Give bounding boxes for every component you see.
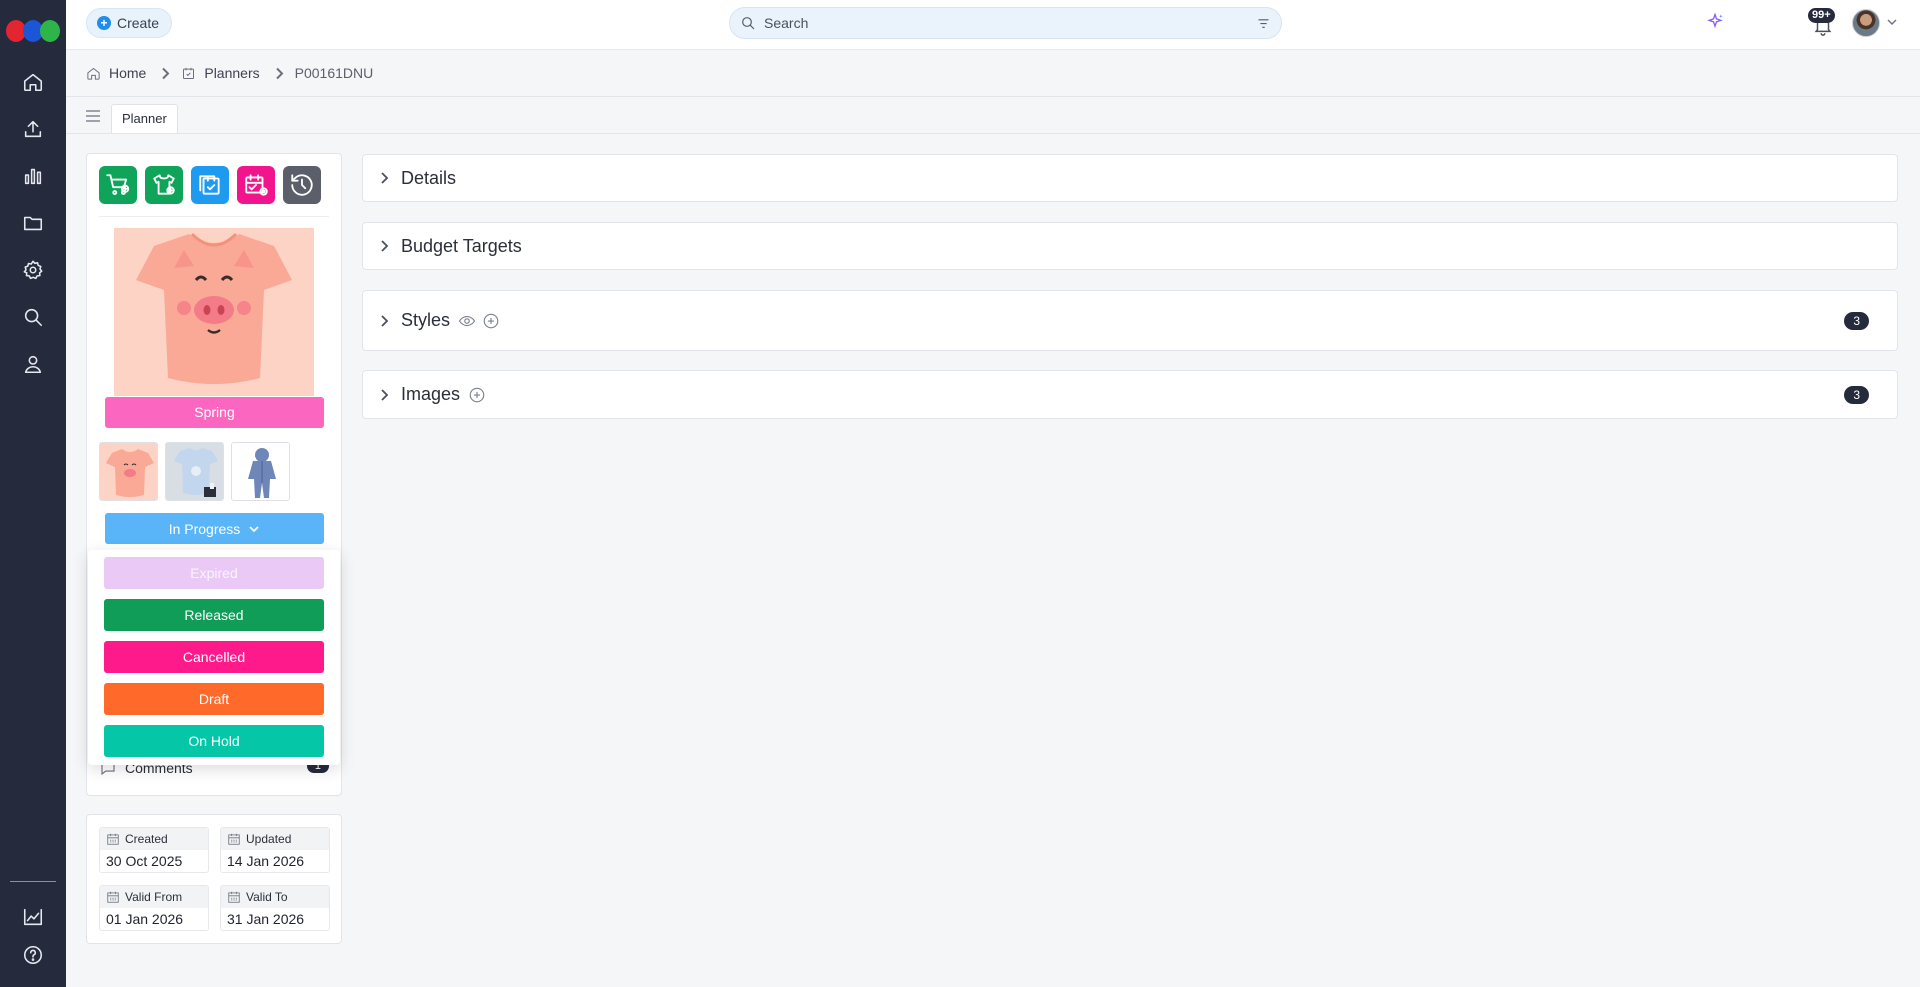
create-button[interactable]: + Create xyxy=(86,8,173,38)
created-date: Created 30 Oct 2025 xyxy=(99,827,209,873)
add-style-button[interactable] xyxy=(145,166,183,204)
create-button-label: Create xyxy=(117,15,160,31)
calendar-icon xyxy=(228,833,240,845)
section-details-title: Details xyxy=(401,167,457,188)
breadcrumb-current: P00161DNU xyxy=(294,65,374,81)
status-option-draft[interactable]: Draft xyxy=(104,683,324,715)
ai-sparkle-icon[interactable] xyxy=(1705,12,1725,32)
home-icon xyxy=(87,67,100,80)
filter-icon[interactable] xyxy=(1256,16,1271,31)
section-images-title: Images xyxy=(401,384,461,404)
schedule-button[interactable] xyxy=(191,166,229,204)
reports-icon[interactable] xyxy=(21,905,45,929)
created-label: Created xyxy=(125,832,168,846)
divider xyxy=(66,96,1920,97)
chevron-down-icon xyxy=(249,525,259,532)
chevron-right-icon xyxy=(381,172,389,184)
plus-icon: + xyxy=(97,16,111,30)
upload-icon[interactable] xyxy=(21,117,45,141)
section-budget-title: Budget Targets xyxy=(401,235,522,256)
calendar-settings-button[interactable] xyxy=(237,166,275,204)
status-option-on-hold[interactable]: On Hold xyxy=(104,725,324,757)
updated-value: 14 Jan 2026 xyxy=(227,853,305,869)
chevron-right-icon xyxy=(381,314,389,327)
chevron-right-icon xyxy=(162,67,170,79)
breadcrumb-planners[interactable]: Planners xyxy=(204,65,259,81)
product-image[interactable] xyxy=(114,228,314,396)
history-icon xyxy=(291,174,313,196)
calendar-icon xyxy=(228,891,240,903)
add-to-cart-button[interactable] xyxy=(99,166,137,204)
search-icon[interactable] xyxy=(21,305,45,329)
calendar-gear-icon xyxy=(245,174,268,196)
folder-icon[interactable] xyxy=(21,211,45,235)
valid-from-date[interactable]: Valid From 01 Jan 2026 xyxy=(99,885,209,931)
section-budget-targets[interactable]: Budget Targets xyxy=(362,222,1898,270)
created-value: 30 Oct 2025 xyxy=(106,853,183,869)
thumbnail-2[interactable] xyxy=(165,442,224,501)
avatar[interactable] xyxy=(1852,9,1880,37)
chevron-right-icon xyxy=(275,67,284,79)
user-icon[interactable] xyxy=(21,352,45,376)
help-icon[interactable] xyxy=(21,943,45,967)
rail-divider xyxy=(10,881,56,882)
search-bar[interactable] xyxy=(729,7,1282,39)
section-styles[interactable]: Styles 3 xyxy=(362,290,1898,351)
status-label: In Progress xyxy=(168,520,241,537)
history-button[interactable] xyxy=(283,166,321,204)
app-logo[interactable] xyxy=(6,20,60,42)
valid-to-label: Valid To xyxy=(246,890,288,904)
valid-to-date[interactable]: Valid To 31 Jan 2026 xyxy=(220,885,330,931)
left-rail xyxy=(0,0,66,987)
gear-icon[interactable] xyxy=(21,258,45,282)
calendar-copy-icon xyxy=(199,175,220,195)
section-images[interactable]: Images 3 xyxy=(362,370,1898,419)
tab-planner[interactable]: Planner xyxy=(111,104,178,133)
chevron-down-icon[interactable] xyxy=(1886,16,1898,28)
menu-icon[interactable] xyxy=(86,110,100,122)
shirt-plus-icon xyxy=(153,174,175,195)
tab-bar-divider xyxy=(66,133,1920,134)
analytics-icon[interactable] xyxy=(21,164,45,188)
notification-badge: 99+ xyxy=(1808,8,1835,23)
breadcrumb: Home Planners P00161DNU xyxy=(86,65,373,81)
add-circle-icon[interactable] xyxy=(468,386,486,404)
status-option-cancelled[interactable]: Cancelled xyxy=(104,641,324,673)
styles-count: 3 xyxy=(1844,311,1869,330)
search-icon xyxy=(742,17,755,30)
home-icon[interactable] xyxy=(21,70,45,94)
top-bar: + Create xyxy=(66,0,1920,50)
status-dropdown-menu: Expired Released Cancelled Draft On Hold xyxy=(88,550,340,765)
calendar-icon xyxy=(107,833,119,845)
cart-plus-icon xyxy=(106,174,130,196)
calendar-icon xyxy=(107,891,119,903)
updated-label: Updated xyxy=(246,832,292,846)
images-count: 3 xyxy=(1844,385,1869,404)
valid-from-label: Valid From xyxy=(125,890,183,904)
thumbnail-1[interactable] xyxy=(99,442,158,501)
season-chip[interactable]: Spring xyxy=(105,397,324,428)
breadcrumb-home[interactable]: Home xyxy=(109,65,146,81)
eye-icon[interactable] xyxy=(458,312,476,330)
thumbnail-3[interactable] xyxy=(231,442,290,501)
status-dropdown-button[interactable]: In Progress xyxy=(105,513,324,544)
section-details[interactable]: Details xyxy=(362,154,1898,202)
section-styles-title: Styles xyxy=(401,310,451,330)
valid-from-value: 01 Jan 2026 xyxy=(106,911,184,927)
valid-to-value: 31 Jan 2026 xyxy=(227,911,305,927)
search-input[interactable] xyxy=(764,15,1256,31)
chevron-right-icon xyxy=(381,388,389,401)
calendar-check-icon xyxy=(183,67,195,79)
status-option-released[interactable]: Released xyxy=(104,599,324,631)
status-option-expired[interactable]: Expired xyxy=(104,557,324,589)
toolbar-divider xyxy=(99,216,329,217)
dates-card: Created 30 Oct 2025 Updated 14 Jan 2026 … xyxy=(86,814,342,944)
chevron-right-icon xyxy=(381,240,389,252)
add-circle-icon[interactable] xyxy=(482,312,500,330)
updated-date: Updated 14 Jan 2026 xyxy=(220,827,330,873)
